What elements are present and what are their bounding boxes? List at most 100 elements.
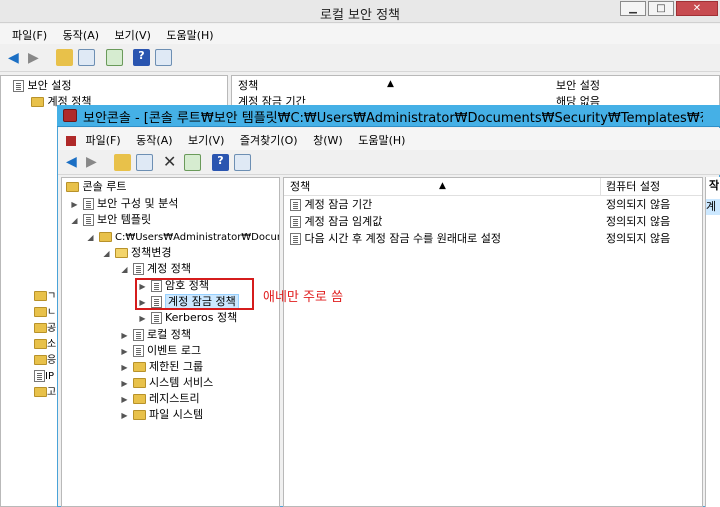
tree-console-root[interactable]: 콘솔 루트 (66, 179, 126, 195)
bg-col-policy[interactable]: 정책 (238, 78, 258, 94)
bg-tree-partial-5[interactable]: 응 (34, 352, 56, 368)
console-tree-pane: 콘솔 루트 ▶ 보안 구성 및 분석 ◢ 보안 템플릿 ◢ C:₩Users₩A… (61, 177, 280, 507)
fw-forward-arrow-icon[interactable]: ▶ (86, 154, 97, 170)
fw-menu-favorites[interactable]: 즐겨찾기(O) (240, 134, 298, 147)
expand-arrow-icon[interactable]: ▶ (70, 197, 79, 213)
expand-arrow-icon[interactable]: ▶ (120, 376, 129, 392)
tree-path[interactable]: ◢ C:₩Users₩Administrator₩Documents (86, 229, 279, 246)
list-row-1[interactable]: 계정 잠금 기간 (290, 197, 372, 213)
bg-tree-partial-1[interactable]: ㄱ (34, 288, 56, 304)
bg-tree-root-label: 보안 설정 (27, 79, 72, 92)
column-divider[interactable] (600, 178, 601, 196)
close-button[interactable]: ✕ (676, 1, 718, 16)
menu-view[interactable]: 보기(V) (115, 29, 151, 42)
tree-system-services-label: 시스템 서비스 (149, 376, 214, 389)
fw-menu-help[interactable]: 도움말(H) (358, 134, 405, 147)
tree-registry[interactable]: ▶ 레지스트리 (120, 391, 199, 408)
action-pane-item[interactable]: 계 (706, 199, 720, 215)
policy-icon (150, 312, 162, 324)
fw-menu-action[interactable]: 동작(A) (136, 134, 172, 147)
bg-toolbar: ◀ ▶ ? (0, 44, 720, 72)
menu-action[interactable]: 동작(A) (63, 29, 99, 42)
tree-policy-change-label: 정책변경 (131, 246, 172, 259)
fw-show-hide-tree-icon[interactable] (136, 154, 153, 171)
bg-tree-partial-1-label: ㄱ (47, 291, 57, 302)
expand-arrow-icon[interactable]: ▶ (120, 360, 129, 376)
collapse-arrow-icon[interactable]: ◢ (86, 230, 95, 246)
menu-file[interactable]: 파일(F) (12, 29, 47, 42)
policy-item-icon (290, 216, 301, 228)
list-row-3[interactable]: 다음 시간 후 계정 잠금 수를 원래대로 설정 (290, 231, 501, 247)
bg-menubar: 파일(F) 동작(A) 보기(V) 도움말(H) (0, 24, 720, 44)
list-row-1-setting: 정의되지 않음 (606, 198, 671, 211)
help-icon[interactable]: ? (133, 49, 150, 66)
policy-item-icon (290, 199, 301, 211)
bg-tree-partial-7[interactable]: 고 (34, 384, 56, 400)
maximize-button[interactable]: □ (648, 1, 674, 16)
fw-help-icon[interactable]: ? (212, 154, 229, 171)
back-arrow-icon[interactable]: ◀ (8, 50, 19, 66)
tree-policy-change[interactable]: ◢ 정책변경 (102, 245, 171, 261)
fw-menu-window[interactable]: 창(W) (313, 134, 343, 147)
tree-path-label: C:₩Users₩Administrator₩Documents (115, 232, 279, 243)
fw-back-arrow-icon[interactable]: ◀ (66, 154, 77, 170)
bg-tree-partial-6[interactable]: IP (34, 368, 54, 384)
list-row-2[interactable]: 계정 잠금 임계값 (290, 214, 382, 230)
fw-properties-icon[interactable] (234, 154, 251, 171)
export-list-icon[interactable] (106, 49, 123, 66)
expand-arrow-icon[interactable]: ▶ (138, 311, 147, 327)
menu-help[interactable]: 도움말(H) (166, 29, 213, 42)
tree-account-policy[interactable]: ◢ 계정 정책 (120, 261, 191, 277)
tree-event-log[interactable]: ▶ 이벤트 로그 (120, 343, 201, 359)
annotation-text: 애네만 주로 씀 (263, 290, 344, 305)
tree-system-services[interactable]: ▶ 시스템 서비스 (120, 375, 213, 391)
bg-tree-partial-2[interactable]: ㄴ (34, 304, 56, 320)
fw-menu-file[interactable]: 파일(F) (86, 134, 121, 147)
fw-menu-view[interactable]: 보기(V) (188, 134, 224, 147)
action-pane-header: 작 (709, 179, 720, 192)
expand-arrow-icon[interactable]: ▶ (120, 408, 129, 424)
tree-security-templates-label: 보안 템플릿 (97, 213, 152, 226)
minimize-button[interactable]: ▁ (620, 1, 646, 16)
console-app-icon (63, 109, 77, 122)
bg-tree-partial-4[interactable]: 소 (34, 336, 56, 352)
tree-kerberos[interactable]: ▶ Kerberos 정책 (138, 310, 237, 326)
forward-arrow-icon[interactable]: ▶ (28, 50, 39, 66)
tree-security-config[interactable]: ▶ 보안 구성 및 분석 (70, 196, 178, 212)
bg-col-setting[interactable]: 보안 설정 (556, 78, 600, 94)
tree-file-system[interactable]: ▶ 파일 시스템 (120, 407, 203, 423)
collapse-arrow-icon[interactable]: ◢ (120, 262, 129, 278)
collapse-arrow-icon[interactable]: ◢ (102, 246, 111, 262)
tree-local-policy[interactable]: ▶ 로컬 정책 (120, 327, 191, 343)
console-system-menu-icon[interactable] (66, 136, 76, 146)
bg-tree-partial-3-label: 공 (47, 323, 57, 334)
bg-tree-root[interactable]: 보안 설정 (13, 78, 71, 94)
properties-icon[interactable] (155, 49, 172, 66)
collapse-arrow-icon[interactable]: ◢ (70, 213, 79, 229)
bg-tree-partial-6-label: IP (45, 371, 54, 382)
tree-restricted-groups-label: 제한된 그룹 (149, 360, 204, 373)
policy-item-icon (290, 233, 301, 245)
analysis-icon (82, 198, 94, 210)
bg-tree-partial-3[interactable]: 공 (34, 320, 56, 336)
fw-export-list-icon[interactable] (184, 154, 201, 171)
col-computer-setting[interactable]: 컴퓨터 설정 (606, 179, 660, 195)
tree-security-config-label: 보안 구성 및 분석 (97, 197, 179, 210)
col-policy[interactable]: 정책 (290, 179, 310, 195)
tree-console-root-label: 콘솔 루트 (82, 180, 127, 193)
fw-up-folder-icon[interactable] (114, 154, 131, 171)
folder-icon (34, 339, 47, 349)
tree-restricted-groups[interactable]: ▶ 제한된 그룹 (120, 359, 203, 375)
delete-icon[interactable]: ✕ (163, 152, 176, 171)
up-folder-icon[interactable] (56, 49, 73, 66)
folder-icon (66, 182, 79, 192)
bg-tree-partial-4-label: 소 (47, 339, 57, 350)
expand-arrow-icon[interactable]: ▶ (120, 344, 129, 360)
list-row-3-setting: 정의되지 않음 (606, 232, 671, 245)
bg-window-title: 로컬 보안 정책 (319, 8, 401, 23)
show-hide-tree-icon[interactable] (78, 49, 95, 66)
expand-arrow-icon[interactable]: ▶ (120, 392, 129, 408)
bg-tree-partial-5-label: 응 (47, 355, 57, 366)
tree-security-templates[interactable]: ◢ 보안 템플릿 (70, 212, 151, 228)
expand-arrow-icon[interactable]: ▶ (120, 328, 129, 344)
